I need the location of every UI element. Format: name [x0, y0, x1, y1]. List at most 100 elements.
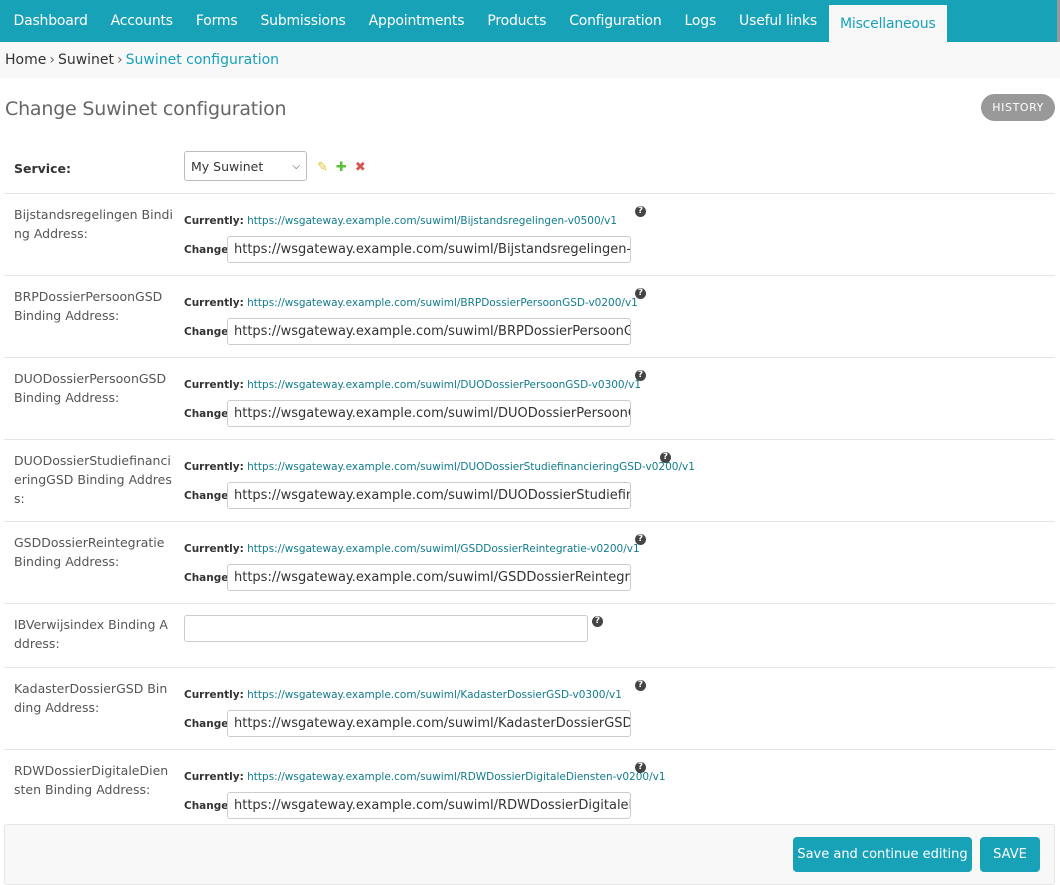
currently-line: Currently: https://wsgateway.example.com…: [184, 460, 695, 474]
change-line: Change: https://wsgateway.example.com/su…: [184, 792, 666, 819]
field-row-ibverwijsindex: IBVerwijsindex Binding Address: ?: [4, 604, 1055, 668]
nav-submissions[interactable]: Submissions: [249, 0, 357, 42]
binding-address-input[interactable]: [184, 615, 588, 642]
field-body: Currently: https://wsgateway.example.com…: [184, 770, 666, 819]
breadcrumb-app[interactable]: Suwinet: [58, 52, 114, 68]
binding-address-input[interactable]: https://wsgateway.example.com/suwiml/Kad…: [227, 710, 631, 737]
binding-address-input[interactable]: https://wsgateway.example.com/suwiml/DUO…: [227, 400, 631, 427]
binding-address-input[interactable]: https://wsgateway.example.com/suwiml/Bij…: [227, 236, 631, 263]
change-label: Change:: [184, 799, 233, 812]
service-select[interactable]: My Suwinet ⌵: [184, 151, 307, 181]
submit-row: Save and continue editing SAVE: [4, 824, 1055, 885]
change-line: Change: https://wsgateway.example.com/su…: [184, 236, 631, 263]
breadcrumb: Home › Suwinet › Suwinet configuration: [0, 42, 1060, 78]
binding-address-input[interactable]: https://wsgateway.example.com/suwiml/RDW…: [227, 792, 631, 819]
currently-label: Currently:: [184, 689, 244, 701]
field-label: KadasterDossierGSD Binding Address:: [14, 681, 168, 715]
nav-accounts[interactable]: Accounts: [99, 0, 184, 42]
current-value-link[interactable]: https://wsgateway.example.com/suwiml/Kad…: [247, 689, 622, 701]
save-button[interactable]: SAVE: [980, 837, 1040, 872]
field-row-duodossierstudiefinancieringgsd: DUODossierStudiefinancieringGSD Binding …: [4, 440, 1055, 522]
currently-line: Currently: https://wsgateway.example.com…: [184, 378, 641, 392]
field-label: DUODossierPersoonGSD Binding Address:: [14, 371, 167, 405]
plus-icon[interactable]: ✚: [336, 160, 347, 175]
nav-forms[interactable]: Forms: [184, 0, 249, 42]
field-body: Currently: https://wsgateway.example.com…: [184, 214, 631, 263]
currently-label: Currently:: [184, 771, 244, 783]
history-button[interactable]: HISTORY: [981, 94, 1055, 121]
nav-useful-links[interactable]: Useful links: [728, 0, 829, 42]
nav-dashboard[interactable]: Dashboard: [2, 0, 99, 42]
field-body: Currently: https://wsgateway.example.com…: [184, 460, 695, 509]
binding-address-input[interactable]: https://wsgateway.example.com/suwiml/DUO…: [227, 482, 631, 509]
field-label: DUODossierStudiefinancieringGSD Binding …: [14, 453, 172, 506]
question-icon[interactable]: ?: [635, 680, 646, 691]
nav-logs[interactable]: Logs: [673, 0, 728, 42]
binding-address-input[interactable]: https://wsgateway.example.com/suwiml/BRP…: [227, 318, 631, 345]
currently-label: Currently:: [184, 543, 244, 555]
question-icon[interactable]: ?: [635, 762, 646, 773]
currently-line: Currently: https://wsgateway.example.com…: [184, 296, 638, 310]
breadcrumb-separator: ›: [49, 52, 55, 68]
field-label: BRPDossierPersoonGSD Binding Address:: [14, 289, 163, 323]
current-value-link[interactable]: https://wsgateway.example.com/suwiml/DUO…: [247, 461, 695, 473]
service-row: Service: My Suwinet ⌵ ✎ ✚ ✖: [4, 141, 1055, 194]
config-form: Service: My Suwinet ⌵ ✎ ✚ ✖ Bijstandsreg…: [4, 141, 1055, 832]
currently-label: Currently:: [184, 215, 244, 227]
field-label: Bijstandsregelingen Binding Address:: [14, 207, 173, 241]
question-icon[interactable]: ?: [635, 370, 646, 381]
current-value-link[interactable]: https://wsgateway.example.com/suwiml/Bij…: [247, 215, 617, 227]
field-body: Currently: https://wsgateway.example.com…: [184, 688, 631, 737]
current-value-link[interactable]: https://wsgateway.example.com/suwiml/BRP…: [247, 297, 638, 309]
currently-line: Currently: https://wsgateway.example.com…: [184, 542, 640, 556]
nav-appointments[interactable]: Appointments: [357, 0, 476, 42]
binding-address-input[interactable]: https://wsgateway.example.com/suwiml/GSD…: [227, 564, 631, 591]
change-line: Change: https://wsgateway.example.com/su…: [184, 564, 640, 591]
current-value-link[interactable]: https://wsgateway.example.com/suwiml/GSD…: [247, 543, 640, 555]
field-row-brpdossierpersoongsd: BRPDossierPersoonGSD Binding Address: Cu…: [4, 276, 1055, 358]
nav-products[interactable]: Products: [476, 0, 558, 42]
nav-miscellaneous[interactable]: Miscellaneous: [828, 5, 948, 42]
field-row-rdwdossierdigitalediensten: RDWDossierDigitaleDiensten Binding Addre…: [4, 750, 1055, 832]
question-icon[interactable]: ?: [660, 452, 671, 463]
change-line: Change: https://wsgateway.example.com/su…: [184, 318, 638, 345]
change-line: Change: https://wsgateway.example.com/su…: [184, 482, 695, 509]
field-label: RDWDossierDigitaleDiensten Binding Addre…: [14, 763, 169, 797]
change-label: Change:: [184, 489, 233, 502]
field-row-duodossierpersoongsd: DUODossierPersoonGSD Binding Address: Cu…: [4, 358, 1055, 440]
related-actions: ✎ ✚ ✖: [317, 160, 366, 175]
field-row-kadasterdossiergsd: KadasterDossierGSD Binding Address: Curr…: [4, 668, 1055, 750]
currently-line: Currently: https://wsgateway.example.com…: [184, 214, 631, 228]
current-value-link[interactable]: https://wsgateway.example.com/suwiml/DUO…: [247, 379, 641, 391]
field-label: GSDDossierReintegratie Binding Address:: [14, 535, 165, 569]
field-body: Currently: https://wsgateway.example.com…: [184, 296, 638, 345]
change-label: Change:: [184, 325, 233, 338]
currently-label: Currently:: [184, 297, 244, 309]
change-line: Change: https://wsgateway.example.com/su…: [184, 710, 631, 737]
field-body: Currently: https://wsgateway.example.com…: [184, 378, 641, 427]
question-icon[interactable]: ?: [635, 534, 646, 545]
service-field: My Suwinet ⌵: [184, 151, 307, 181]
field-body: [184, 615, 588, 642]
change-label: Change:: [184, 243, 233, 256]
change-label: Change:: [184, 571, 233, 584]
question-icon[interactable]: ?: [592, 616, 603, 627]
field-body: Currently: https://wsgateway.example.com…: [184, 542, 640, 591]
currently-label: Currently:: [184, 379, 244, 391]
question-icon[interactable]: ?: [635, 288, 646, 299]
change-line: Change: https://wsgateway.example.com/su…: [184, 400, 641, 427]
current-value-link[interactable]: https://wsgateway.example.com/suwiml/RDW…: [247, 771, 665, 783]
page-title: Change Suwinet configuration: [5, 98, 287, 120]
x-icon[interactable]: ✖: [355, 160, 366, 175]
breadcrumb-separator: ›: [117, 52, 123, 68]
field-row-bijstandsregelingen: Bijstandsregelingen Binding Address: Cur…: [4, 194, 1055, 276]
pencil-icon[interactable]: ✎: [317, 160, 328, 175]
save-and-continue-button[interactable]: Save and continue editing: [793, 837, 972, 872]
top-nav: Dashboard Accounts Forms Submissions App…: [0, 0, 1060, 42]
field-label: IBVerwijsindex Binding Address:: [14, 617, 168, 651]
field-row-gsddossierreintegratie: GSDDossierReintegratie Binding Address: …: [4, 522, 1055, 604]
change-label: Change:: [184, 717, 233, 730]
question-icon[interactable]: ?: [635, 206, 646, 217]
nav-configuration[interactable]: Configuration: [558, 0, 673, 42]
breadcrumb-home[interactable]: Home: [5, 52, 46, 68]
